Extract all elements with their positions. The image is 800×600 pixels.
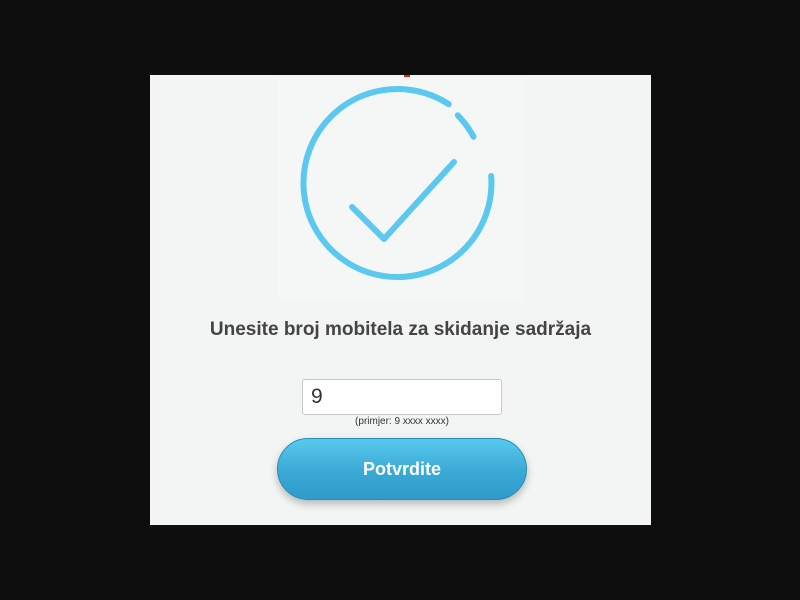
subscription-modal: Unesite broj mobitela za skidanje sadrža… — [150, 75, 651, 525]
circle-check-icon — [278, 78, 523, 300]
phone-example-hint: (primjer: 9 xxxx xxxx) — [355, 416, 449, 427]
confirm-button[interactable]: Potvrdite — [277, 438, 527, 500]
decorative-dot — [404, 75, 410, 77]
modal-title: Unesite broj mobitela za skidanje sadrža… — [209, 319, 592, 340]
phone-number-input[interactable] — [302, 379, 502, 415]
